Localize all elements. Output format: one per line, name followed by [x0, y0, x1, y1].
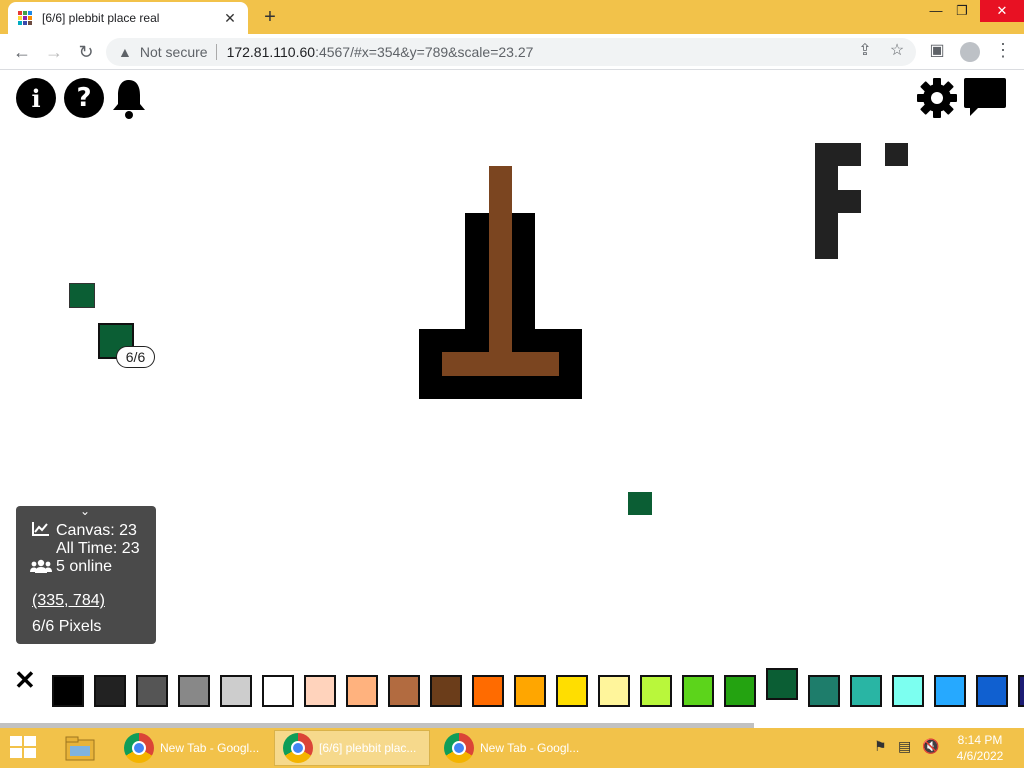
online-count: 5 online [56, 558, 113, 575]
users-icon [30, 559, 52, 573]
taskbar-item-label: New Tab - Googl... [480, 741, 580, 755]
palette-swatch[interactable] [94, 675, 126, 707]
windows-taskbar: New Tab - Googl... [6/6] plebbit plac...… [0, 728, 1024, 768]
palette-swatch[interactable] [430, 675, 462, 707]
bell-icon[interactable] [110, 77, 148, 119]
tab-title: [6/6] plebbit place real [42, 11, 160, 25]
palette-swatch[interactable] [556, 675, 588, 707]
palette-swatch[interactable] [52, 675, 84, 707]
gear-icon[interactable] [916, 77, 958, 119]
stats-panel: ⌄ Canvas: 23 All Time: 23 5 online (335,… [16, 504, 156, 644]
palette-swatch[interactable] [136, 675, 168, 707]
volume-muted-icon[interactable]: 🔇 [922, 738, 939, 755]
palette-swatch[interactable] [976, 675, 1008, 707]
browser-menu-icon[interactable]: ⋮ [994, 40, 1012, 61]
palette-swatch[interactable] [1018, 675, 1024, 707]
coordinates-link[interactable]: (335, 784) [32, 592, 105, 610]
address-bar[interactable]: ▲ Not secure 172.81.110.60 :4567/#x=354&… [106, 38, 916, 66]
clock-date: 4/6/2022 [956, 749, 1004, 763]
palette-swatch[interactable] [640, 675, 672, 707]
new-tab-button[interactable]: + [258, 6, 282, 29]
url-host: 172.81.110.60 [226, 44, 316, 60]
network-icon[interactable]: ▤ [898, 738, 911, 755]
palette-swatch[interactable] [346, 675, 378, 707]
security-label: Not secure [139, 44, 208, 60]
file-explorer-icon[interactable] [64, 734, 96, 762]
action-center-flag-icon[interactable]: ⚑ [874, 738, 887, 755]
browser-titlebar: [6/6] plebbit place real ✕ + — ❐ ✕ [0, 0, 1024, 34]
info-icon[interactable]: i [16, 78, 56, 118]
palette-swatch[interactable] [388, 675, 420, 707]
charcoal-pixel[interactable] [885, 143, 908, 166]
palette-swatch[interactable] [682, 675, 714, 707]
collapse-chevron-icon[interactable]: ⌄ [80, 504, 90, 518]
omnibox-divider [215, 44, 217, 60]
side-panel-icon[interactable]: ▣ [926, 40, 948, 62]
url-path: :4567/#x=354&y=789&scale=23.27 [315, 44, 534, 60]
palette-swatch[interactable] [934, 675, 966, 707]
system-clock[interactable]: 8:14 PM 4/6/2022 [950, 732, 1010, 764]
palette-swatch[interactable] [304, 675, 336, 707]
chat-icon[interactable] [962, 76, 1008, 120]
warning-icon: ▲ [118, 44, 132, 60]
chrome-icon [124, 733, 154, 763]
palette-swatch[interactable] [598, 675, 630, 707]
taskbar-item-label: [6/6] plebbit plac... [319, 741, 417, 755]
taskbar-item-label: New Tab - Googl... [160, 741, 260, 755]
close-window-button[interactable]: ✕ [980, 0, 1024, 22]
palette-swatch[interactable] [892, 675, 924, 707]
reload-icon[interactable]: ↻ [74, 40, 98, 64]
close-palette-icon[interactable]: ✕ [14, 665, 36, 696]
palette-swatch[interactable] [850, 675, 882, 707]
pixel-count: 6/6 Pixels [32, 618, 102, 635]
taskbar-chrome-window-3[interactable]: New Tab - Googl... [436, 730, 592, 766]
green-pixel[interactable] [69, 283, 95, 308]
restore-button[interactable]: ❐ [946, 0, 978, 22]
palette-swatch[interactable] [724, 675, 756, 707]
f-pixel-top[interactable] [815, 143, 861, 166]
site-favicon-icon [18, 11, 32, 25]
green-pixel[interactable] [628, 492, 652, 515]
palette-swatch[interactable] [766, 668, 798, 700]
brown-pixel-column[interactable] [489, 166, 512, 376]
clock-time: 8:14 PM [957, 733, 1003, 747]
palette-swatch[interactable] [220, 675, 252, 707]
bookmark-star-icon[interactable]: ☆ [886, 40, 908, 62]
tab-close-icon[interactable]: ✕ [222, 10, 238, 27]
chart-icon [32, 522, 49, 536]
brown-pixel-base[interactable] [442, 352, 559, 376]
f-pixel-middle[interactable] [815, 190, 861, 213]
browser-tab-active[interactable]: [6/6] plebbit place real ✕ [8, 2, 248, 34]
alltime-count: All Time: 23 [56, 540, 140, 557]
forward-arrow-icon[interactable]: → [42, 40, 66, 64]
chrome-icon [283, 733, 313, 763]
palette-swatch[interactable] [178, 675, 210, 707]
canvas-count: Canvas: 23 [56, 522, 137, 539]
palette-swatch[interactable] [514, 675, 546, 707]
chrome-icon [444, 733, 474, 763]
help-icon[interactable]: ? [64, 78, 104, 118]
taskbar-chrome-window-1[interactable]: New Tab - Googl... [116, 730, 272, 766]
place-canvas[interactable]: i ? 6/6 ⌄ Canvas: 23 All Time: 23 5 onli… [0, 71, 1024, 728]
back-arrow-icon[interactable]: ← [10, 40, 34, 64]
palette-swatch[interactable] [472, 675, 504, 707]
palette-swatch[interactable] [808, 675, 840, 707]
profile-avatar-icon[interactable] [960, 42, 980, 62]
windows-start-icon[interactable] [10, 736, 38, 760]
share-icon[interactable]: ⇪ [854, 40, 876, 62]
palette-swatch[interactable] [262, 675, 294, 707]
taskbar-chrome-window-2[interactable]: [6/6] plebbit plac... [274, 730, 430, 766]
pixels-remaining-tooltip: 6/6 [116, 346, 155, 368]
